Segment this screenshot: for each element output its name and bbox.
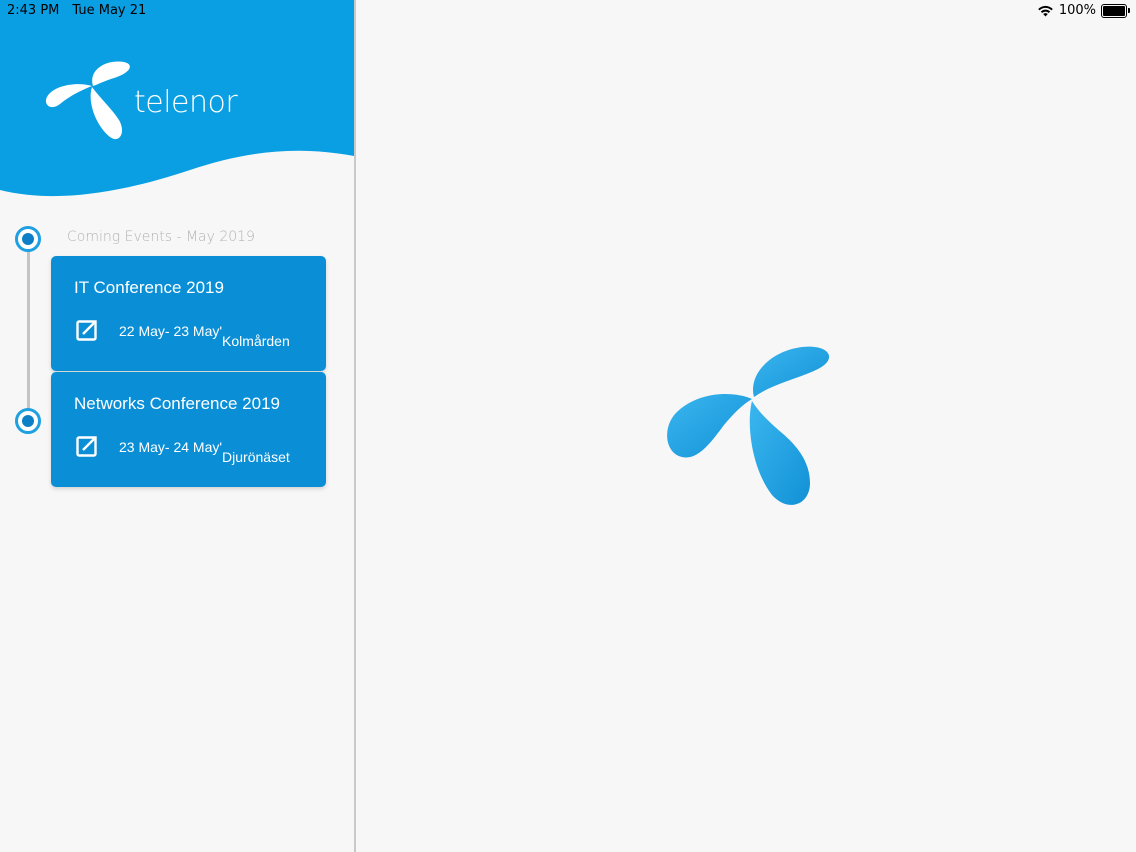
open-external-icon[interactable] [76,435,98,457]
open-external-icon[interactable] [76,319,98,341]
status-right: 100% [1037,3,1130,18]
event-card-it-conference[interactable]: IT Conference 2019 22 May- 23 May' Kolmå… [51,256,326,371]
event-meta: 23 May- 24 May' Djurönäset [76,435,290,465]
event-title: IT Conference 2019 [74,278,224,297]
event-dates: 23 May- 24 May' [119,439,223,455]
status-time: 2:43 PM [7,3,60,18]
telenor-propeller-icon [667,346,830,505]
battery-icon [1101,3,1130,18]
event-location: Kolmården [222,333,290,349]
status-bar: 2:43 PM Tue May 21 100% [0,0,1136,22]
timeline-dot [15,226,41,252]
telenor-propeller-icon [45,61,130,140]
battery-fill [1103,5,1125,16]
master-pane: telenor Coming Events - May 2019 IT Conf… [0,0,354,852]
event-title: Networks Conference 2019 [74,394,281,413]
app-screen: 2:43 PM Tue May 21 100% telenor Coming E… [0,0,1136,852]
event-card-networks-conference[interactable]: Networks Conference 2019 23 May- 24 May'… [51,372,326,487]
detail-pane [356,0,1136,852]
section-heading: Coming Events - May 2019 [67,229,255,245]
status-left: 2:43 PM Tue May 21 [7,3,146,18]
event-meta: 22 May- 23 May' Kolmården [76,319,290,349]
brand-logo: telenor [44,60,238,140]
battery-percent: 100% [1058,3,1096,18]
battery-nub [1128,7,1130,13]
timeline-line [27,250,30,410]
status-date: Tue May 21 [72,3,147,18]
event-location: Djurönäset [222,449,290,465]
wifi-icon [1038,5,1053,17]
brand-name: telenor [134,84,238,120]
event-dates: 22 May- 23 May' [119,323,223,339]
timeline-dot [15,408,41,434]
